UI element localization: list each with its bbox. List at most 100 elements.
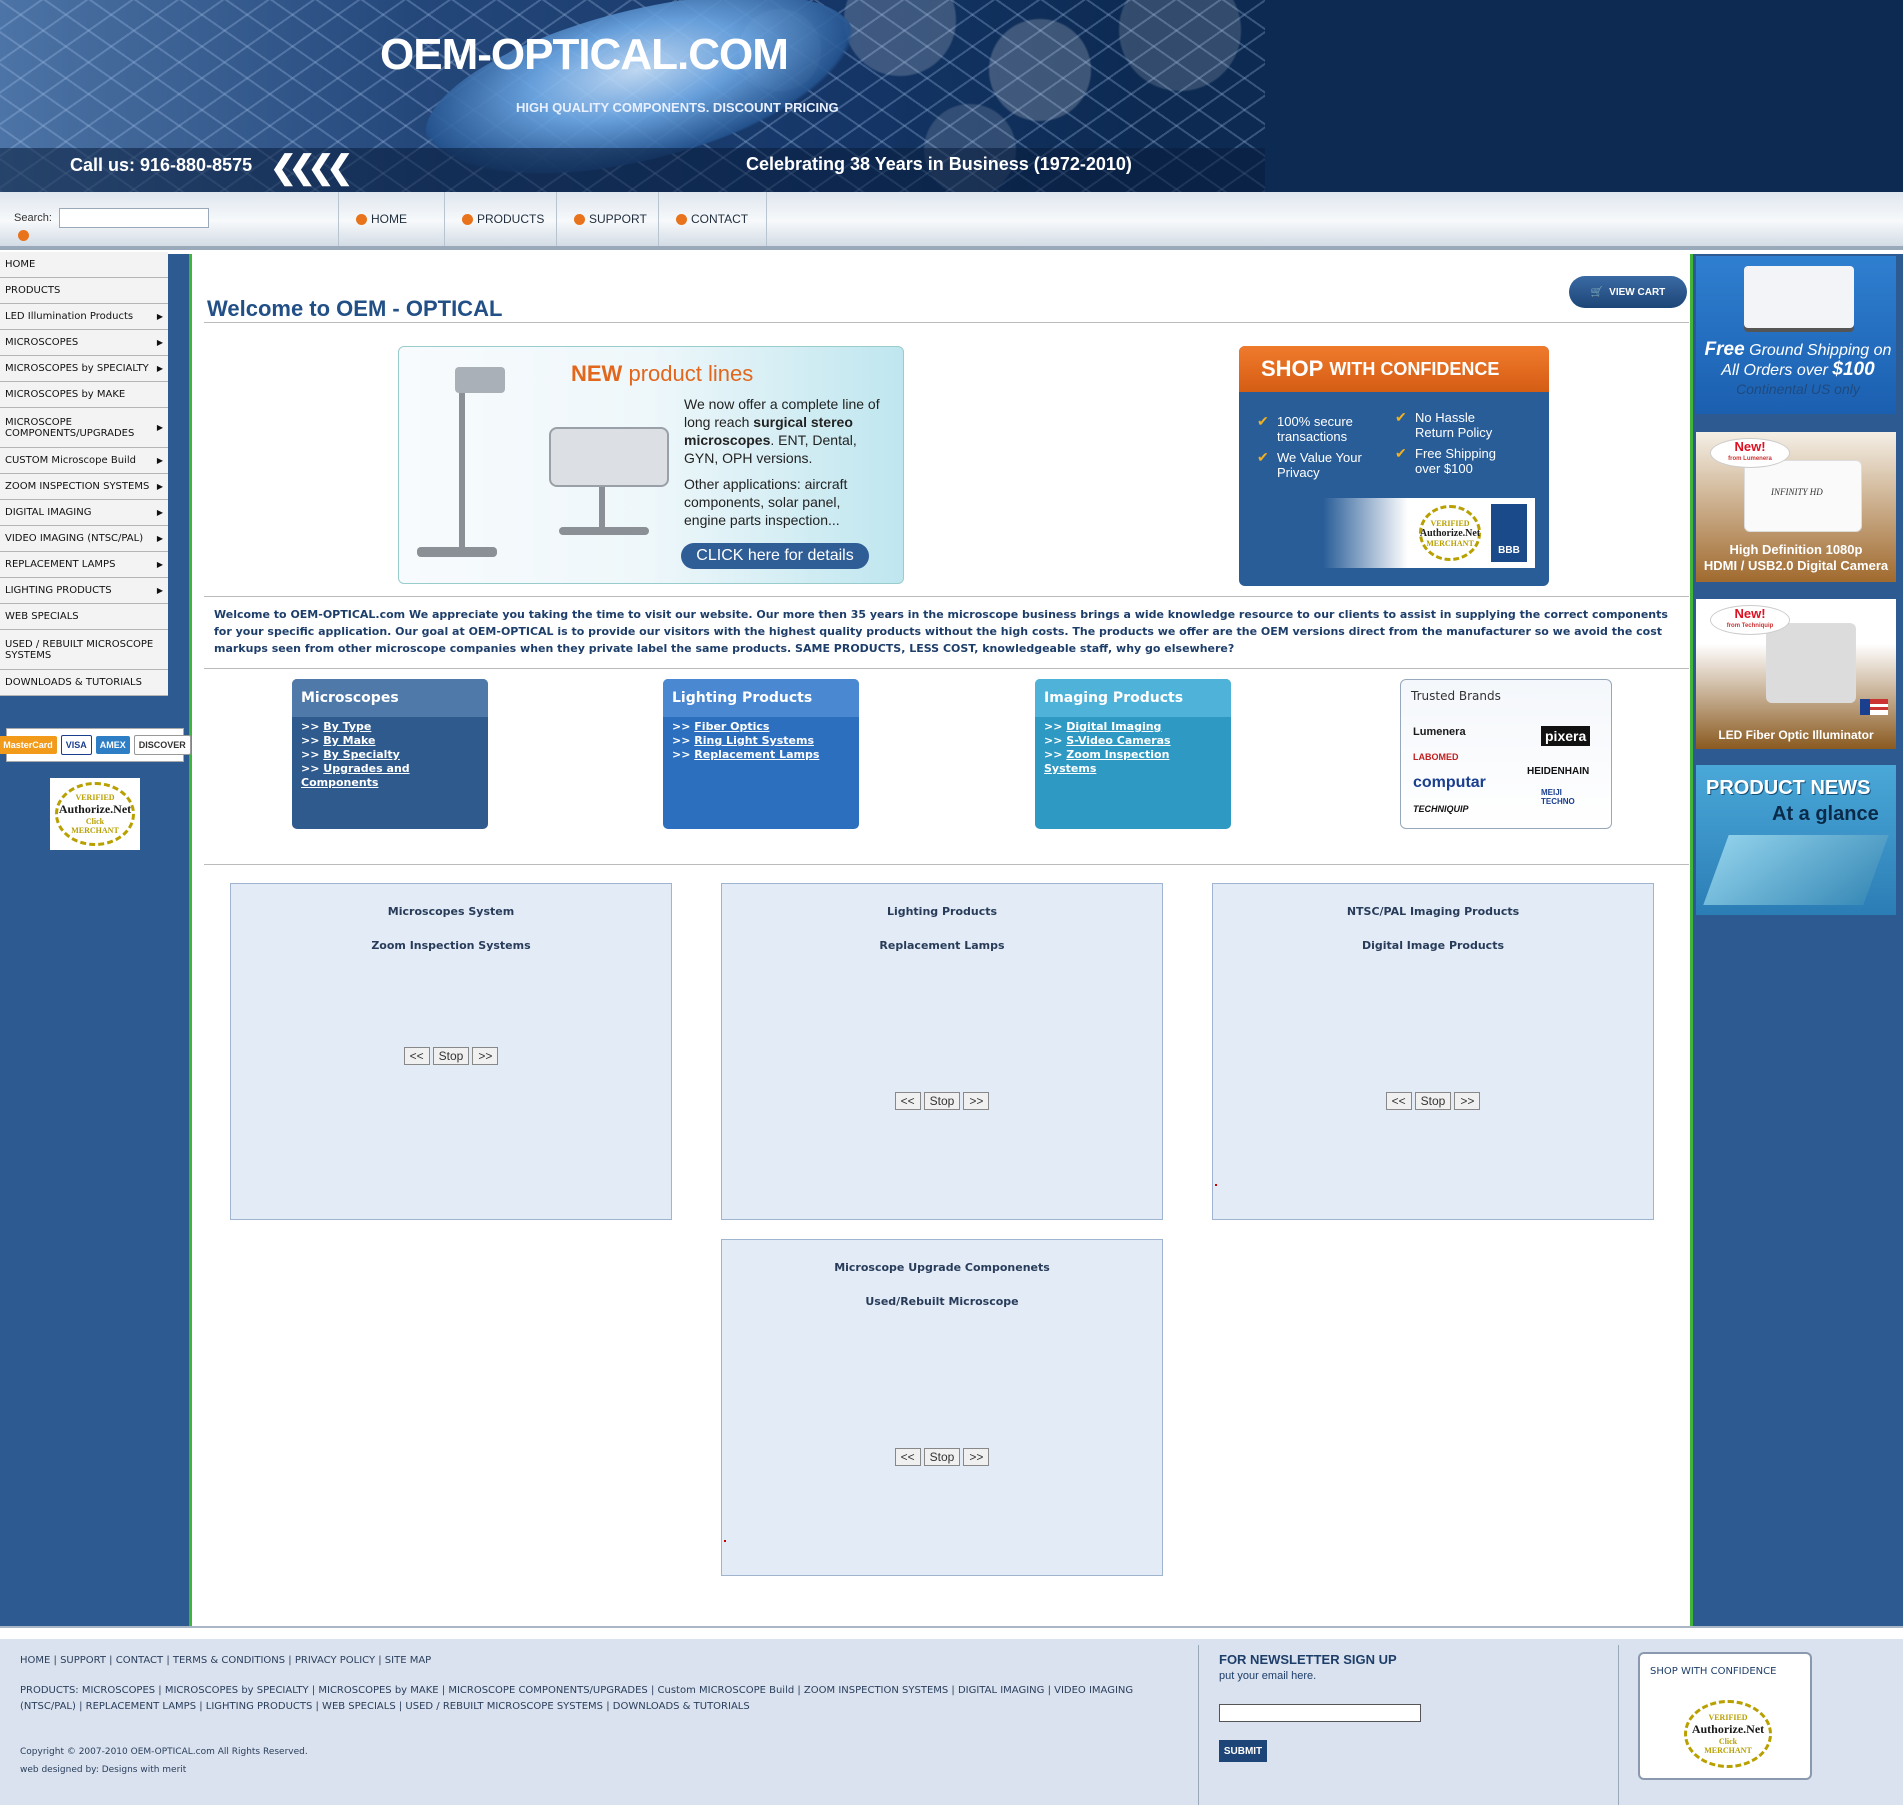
next-button[interactable]: >> (963, 1448, 990, 1466)
divider (204, 596, 1689, 597)
brand-computar[interactable]: computar (1413, 774, 1486, 792)
stop-button[interactable]: Stop (1414, 1092, 1452, 1110)
category-link[interactable]: >> Zoom Inspection Systems (1044, 748, 1222, 776)
product-news-promo[interactable]: PRODUCT NEWS At a glance (1696, 765, 1896, 915)
sidebar-item[interactable]: MICROSCOPES by MAKE (0, 382, 168, 408)
sidebar-item[interactable]: DIGITAL IMAGING ▶ (0, 500, 168, 526)
brand-lumenera[interactable]: Lumenera (1413, 726, 1466, 738)
next-button[interactable]: >> (963, 1092, 990, 1110)
infinity-hd-camera-promo[interactable]: INFINITY HD New! from Lumenera High Defin… (1696, 432, 1896, 582)
authorize-seal-icon[interactable]: VERIFIED Authorize.Net Click MERCHANT (1684, 1700, 1772, 1768)
tab-products[interactable]: PRODUCTS (462, 212, 544, 226)
point-shipping: Free Shipping over $100 (1395, 446, 1515, 476)
next-button[interactable]: >> (472, 1047, 499, 1065)
new-products-heading: NEW product lines (571, 361, 753, 387)
slideshow-panel-upgrades: Microscope Upgrade Componenets Used/Rebu… (721, 1239, 1163, 1576)
slideshow-controls: << Stop >> (1213, 1092, 1653, 1110)
new-from: from Lumenera (1728, 456, 1772, 462)
tab-home[interactable]: HOME (356, 212, 407, 226)
prev-button[interactable]: << (894, 1092, 921, 1110)
sidebar-item[interactable]: MICROSCOPES ▶ (0, 330, 168, 356)
search-go-icon[interactable] (18, 230, 29, 241)
stop-button[interactable]: Stop (923, 1092, 961, 1110)
panel-subtitle[interactable]: Digital Image Products (1213, 939, 1653, 952)
category-link[interactable]: >> By Type (301, 720, 479, 734)
footer-links-main[interactable]: HOME | SUPPORT | CONTACT | TERMS & CONDI… (20, 1653, 1180, 1669)
new-label: New! (1734, 439, 1766, 454)
prev-button[interactable]: << (403, 1047, 430, 1065)
stop-button[interactable]: Stop (432, 1047, 470, 1065)
stop-button[interactable]: Stop (923, 1448, 961, 1466)
new-product-lines-banner[interactable]: NEW product lines We now offer a complet… (398, 346, 904, 584)
tab-support[interactable]: SUPPORT (574, 212, 647, 226)
brand-heidenhain[interactable]: HEIDENHAIN (1527, 766, 1589, 777)
slideshow-controls: << Stop >> (722, 1448, 1162, 1466)
sidebar-item[interactable]: DOWNLOADS & TUTORIALS (0, 670, 168, 696)
sidebar-item[interactable]: LIGHTING PRODUCTS ▶ (0, 578, 168, 604)
seal-bottom: MERCHANT (1704, 1746, 1752, 1755)
prev-button[interactable]: << (894, 1448, 921, 1466)
submenu-arrow-icon: ▶ (156, 560, 163, 569)
bbb-icon[interactable]: BBB (1491, 504, 1527, 562)
panel-title[interactable]: Microscope Upgrade Componenets (722, 1261, 1162, 1274)
celebrate-text: Celebrating 38 Years in Business (1972-2… (746, 154, 1132, 174)
category-link[interactable]: >> Digital Imaging (1044, 720, 1222, 734)
tab-divider (658, 192, 659, 246)
sidebar-item[interactable]: USED / REBUILT MICROSCOPE SYSTEMS (0, 630, 168, 670)
panel-title[interactable]: Lighting Products (722, 905, 1162, 918)
category-link[interactable]: >> Replacement Lamps (672, 748, 850, 762)
search-input[interactable] (59, 208, 209, 228)
sidebar-item-label: VIDEO IMAGING (NTSC/PAL) (5, 533, 144, 544)
camera-brand: INFINITY HD (1771, 487, 1823, 497)
fiber-optic-illuminator-promo[interactable]: New! from Techniquip LED Fiber Optic Illu… (1696, 599, 1896, 749)
footer-links-products[interactable]: PRODUCTS: MICROSCOPES | MICROSCOPES by S… (20, 1683, 1180, 1715)
tab-contact[interactable]: CONTACT (676, 212, 748, 226)
category-link[interactable]: >> Fiber Optics (672, 720, 850, 734)
category-link[interactable]: >> S-Video Cameras (1044, 734, 1222, 748)
authorize-seal-icon[interactable]: VERIFIED Authorize.Net MERCHANT (1419, 505, 1481, 561)
sidebar-item-label: MICROSCOPES by MAKE (5, 389, 126, 400)
newsletter-email-input[interactable] (1219, 1704, 1421, 1722)
panel-subtitle[interactable]: Zoom Inspection Systems (231, 939, 671, 952)
tab-label: SUPPORT (589, 212, 647, 226)
submenu-arrow-icon: ▶ (156, 423, 163, 432)
sidebar-item-label: PRODUCTS (5, 285, 61, 296)
newsletter-submit-button[interactable]: SUBMIT (1219, 1740, 1267, 1762)
sidebar-item[interactable]: REPLACEMENT LAMPS ▶ (0, 552, 168, 578)
sidebar-item[interactable]: MICROSCOPE COMPONENTS/UPGRADES ▶ (0, 408, 168, 448)
category-link[interactable]: >> By Specialty (301, 748, 479, 762)
prev-button[interactable]: << (1385, 1092, 1412, 1110)
click-details-button[interactable]: CLICK here for details (681, 543, 869, 569)
sidebar-item[interactable]: LED Illumination Products ▶ (0, 304, 168, 330)
machine-image (1703, 835, 1889, 905)
sidebar-item[interactable]: MICROSCOPES by SPECIALTY ▶ (0, 356, 168, 382)
sidebar-item[interactable]: VIDEO IMAGING (NTSC/PAL) ▶ (0, 526, 168, 552)
next-button[interactable]: >> (1454, 1092, 1481, 1110)
microscope-head-icon (455, 367, 505, 393)
panel-title[interactable]: NTSC/PAL Imaging Products (1213, 905, 1653, 918)
slideshow-panel-microscopes: Microscopes System Zoom Inspection Syste… (230, 883, 672, 1220)
panel-subtitle[interactable]: Replacement Lamps (722, 939, 1162, 952)
sidebar-item[interactable]: HOME (0, 252, 168, 278)
new-label: New! (1734, 606, 1766, 621)
site-logo[interactable]: OEM-OPTICAL.COM (380, 30, 789, 80)
sidebar-item[interactable]: PRODUCTS (0, 278, 168, 304)
sidebar-item[interactable]: ZOOM INSPECTION SYSTEMS ▶ (0, 474, 168, 500)
panel-title[interactable]: Microscopes System (231, 905, 671, 918)
sidebar-item[interactable]: CUSTOM Microscope Build ▶ (0, 448, 168, 474)
submenu-arrow-icon: ▶ (156, 338, 163, 347)
designer-credit[interactable]: web designed by: Designs with merit (20, 1762, 186, 1778)
brand-meiji[interactable]: MEIJI TECHNO (1541, 788, 1597, 806)
brand-techniquip[interactable]: TECHNIQUIP (1413, 804, 1469, 814)
sidebar-item[interactable]: WEB SPECIALS (0, 604, 168, 630)
free-shipping-promo[interactable]: Free Ground Shipping on All Orders over … (1696, 256, 1896, 414)
panel-subtitle[interactable]: Used/Rebuilt Microscope (722, 1295, 1162, 1308)
category-link[interactable]: >> By Make (301, 734, 479, 748)
category-link[interactable]: >> Ring Light Systems (672, 734, 850, 748)
view-cart-button[interactable]: 🛒 VIEW CART (1569, 276, 1687, 308)
brand-pixera[interactable]: pixera (1541, 726, 1591, 746)
authorize-net-seal-left[interactable]: VERIFIED Authorize.Net Click MERCHANT (50, 778, 140, 850)
category-link[interactable]: >> Upgrades and Components (301, 762, 479, 790)
view-cart-label: VIEW CART (1609, 286, 1666, 298)
brand-labomed[interactable]: LABOMED (1413, 752, 1459, 762)
